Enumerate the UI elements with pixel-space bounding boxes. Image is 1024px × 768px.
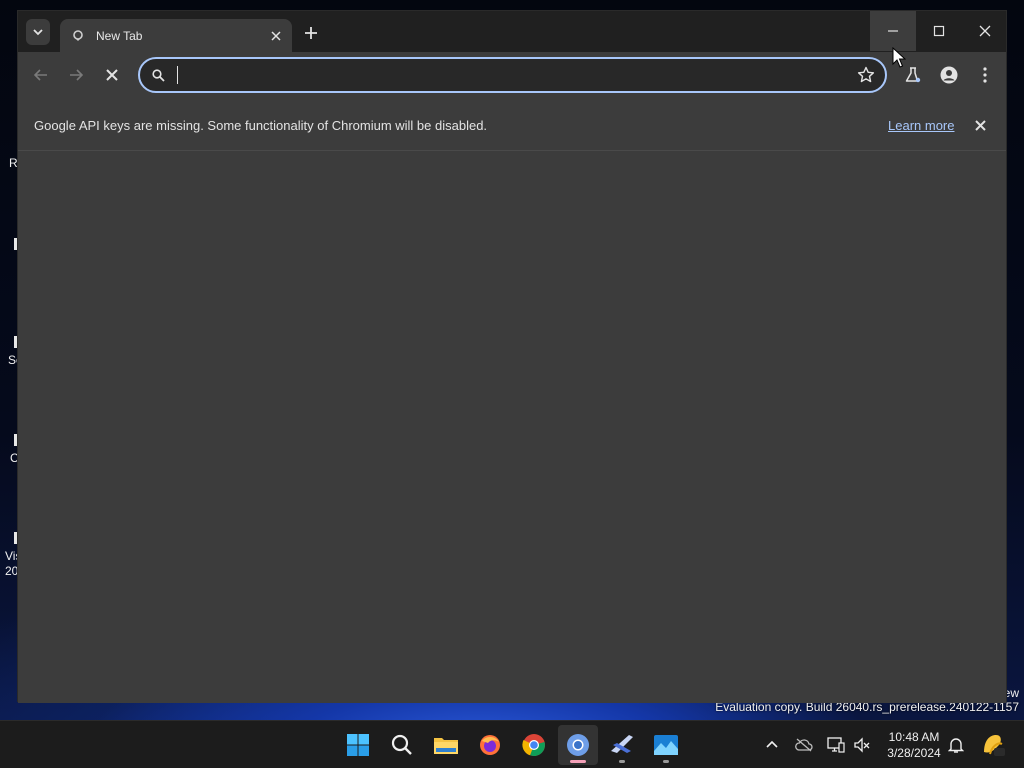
bell-icon xyxy=(948,738,964,753)
plus-icon xyxy=(305,27,317,39)
tab-title: New Tab xyxy=(96,28,143,43)
close-infobar-icon[interactable] xyxy=(971,116,989,134)
notifications-button[interactable] xyxy=(946,735,966,755)
photos-button[interactable] xyxy=(646,725,686,765)
visual-studio-icon xyxy=(611,735,633,753)
search-icon xyxy=(391,734,412,755)
show-hidden-icons-button[interactable] xyxy=(762,735,782,755)
chevron-up-icon xyxy=(766,740,778,748)
visual-studio-button[interactable] xyxy=(602,725,642,765)
browser-toolbar xyxy=(18,52,1006,98)
menu-button[interactable] xyxy=(972,62,998,88)
minimize-button[interactable] xyxy=(870,11,916,51)
running-indicator xyxy=(619,760,625,763)
more-vert-icon xyxy=(983,67,987,83)
maximize-icon xyxy=(933,25,945,37)
back-button[interactable] xyxy=(28,62,54,88)
firefox-icon xyxy=(480,735,500,755)
text-caret xyxy=(177,66,178,84)
new-tab-button[interactable] xyxy=(299,21,323,45)
chromium-button[interactable] xyxy=(558,725,598,765)
chrome-button[interactable] xyxy=(514,725,554,765)
avatar-icon xyxy=(940,66,958,84)
forward-arrow-icon xyxy=(70,69,84,81)
forward-button[interactable] xyxy=(63,62,89,88)
clock-date: 3/28/2024 xyxy=(887,746,941,760)
chrome-icon xyxy=(522,734,545,757)
chromium-icon xyxy=(567,734,589,756)
system-clock[interactable]: 10:48 AM 3/28/2024 xyxy=(884,729,944,761)
minimize-icon xyxy=(888,30,898,32)
title-bar[interactable]: New Tab xyxy=(18,11,1006,52)
folder-icon xyxy=(434,738,458,754)
photos-icon xyxy=(654,735,678,755)
start-button[interactable] xyxy=(338,725,378,765)
cloud-off-icon xyxy=(795,738,813,752)
tab-new-tab[interactable]: New Tab xyxy=(60,19,292,52)
tab-search-button[interactable] xyxy=(26,19,50,45)
address-bar[interactable] xyxy=(138,57,887,93)
search-icon xyxy=(150,67,166,83)
volume-tray-button[interactable] xyxy=(852,735,872,755)
firefox-button[interactable] xyxy=(470,725,510,765)
copilot-button[interactable] xyxy=(980,732,1006,758)
profile-button[interactable] xyxy=(936,62,962,88)
back-arrow-icon xyxy=(33,69,47,81)
clock-time: 10:48 AM xyxy=(888,730,940,744)
file-explorer-button[interactable] xyxy=(426,725,466,765)
network-tray-button[interactable] xyxy=(826,735,846,755)
onedrive-tray-button[interactable] xyxy=(794,735,814,755)
network-monitor-icon xyxy=(827,737,845,753)
learn-more-link[interactable]: Learn more xyxy=(888,118,954,133)
copilot-preview-icon xyxy=(984,735,1005,756)
address-input[interactable] xyxy=(176,65,836,85)
bookmark-star-icon[interactable] xyxy=(857,66,875,84)
mouse-cursor-icon xyxy=(892,47,906,68)
close-window-button[interactable] xyxy=(962,11,1008,51)
running-indicator xyxy=(663,760,669,763)
page-content[interactable] xyxy=(18,152,1006,703)
tab-favicon-icon xyxy=(70,28,86,44)
volume-muted-icon xyxy=(854,737,870,753)
api-keys-infobar: Google API keys are missing. Some functi… xyxy=(18,98,1006,151)
browser-window: New Tab Google API keys are missing. Som… xyxy=(17,10,1007,703)
infobar-message: Google API keys are missing. Some functi… xyxy=(34,118,488,133)
stop-x-icon xyxy=(106,69,118,81)
close-icon xyxy=(979,25,991,37)
close-tab-icon[interactable] xyxy=(266,26,286,46)
taskbar: 10:48 AM 3/28/2024 xyxy=(0,720,1024,768)
chevron-down-icon xyxy=(33,29,43,36)
stop-loading-button[interactable] xyxy=(99,62,125,88)
windows-start-icon xyxy=(347,734,369,756)
flask-icon xyxy=(905,67,921,83)
maximize-button[interactable] xyxy=(916,11,962,51)
active-indicator xyxy=(570,760,586,763)
taskbar-search-button[interactable] xyxy=(382,725,422,765)
